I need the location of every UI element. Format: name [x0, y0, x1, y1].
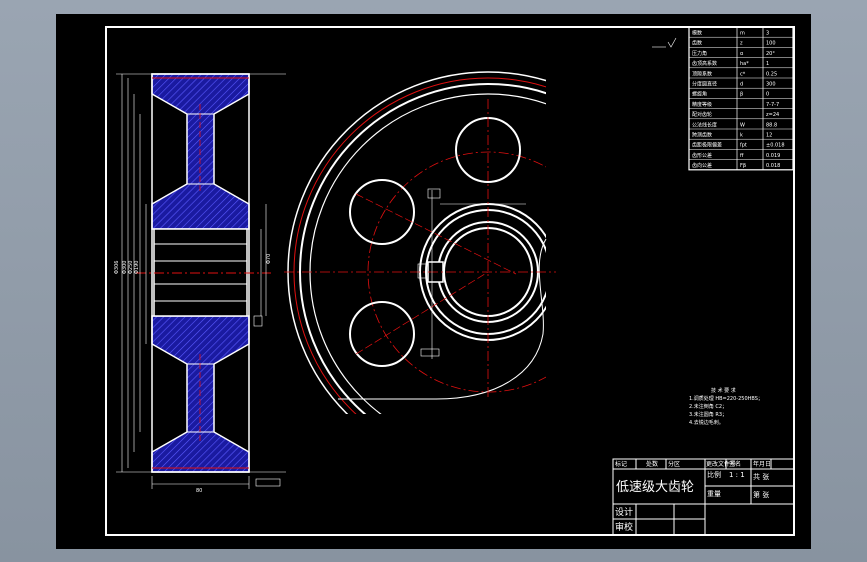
param-cell: Fβ: [740, 163, 746, 169]
params-table: 模数 m 3 齿数 z 100 压力角 α 20° 齿顶高系数 ha* 1 顶隙系数 c* 0.25 分度圆直…: [688, 26, 794, 171]
param-cell: 螺旋角: [692, 91, 707, 98]
param-cell: 分度圆直径: [692, 81, 717, 88]
param-cell: ha*: [740, 61, 749, 67]
param-cell: 0.018: [766, 163, 780, 169]
param-cell: 7-7-7: [766, 102, 779, 108]
tech-note-line: 1.调质处理 HB=220-250HBS；: [689, 395, 763, 402]
header-cell: 签名: [729, 460, 741, 468]
param-cell: 88.8: [766, 122, 777, 128]
param-cell: 0.25: [766, 71, 777, 77]
param-cell: m: [740, 31, 745, 37]
scale-label: 比例: [707, 470, 721, 479]
roughness-mark: [652, 37, 677, 48]
param-cell: d: [740, 82, 743, 88]
param-cell: k: [740, 133, 743, 139]
weight-label: 重量: [707, 490, 721, 498]
svg-text:Φ190: Φ190: [134, 261, 140, 274]
param-cell: 齿数: [692, 40, 702, 47]
header-cell: 分区: [668, 460, 680, 468]
scale-value: 1 : 1: [729, 471, 745, 479]
param-cell: z=24: [766, 112, 779, 118]
param-cell: 跨测齿数: [692, 132, 712, 139]
param-cell: 顶隙系数: [692, 70, 712, 77]
header-cell: 处数: [646, 460, 658, 468]
param-cell: W: [740, 122, 745, 128]
part-name: 低速级大齿轮: [616, 480, 694, 495]
param-cell: 齿距极限偏差: [692, 142, 722, 149]
param-cell: 100: [766, 41, 776, 47]
param-cell: ff: [740, 153, 744, 159]
param-cell: 齿顶高系数: [692, 60, 717, 67]
row-label-design: 设计: [615, 506, 633, 518]
param-cell: 齿向公差: [692, 162, 712, 169]
tech-note-line: 4.去锐边毛刺。: [689, 419, 724, 426]
param-cell: 精度等级: [692, 101, 712, 108]
header-cell: 年月日: [753, 460, 771, 468]
param-cell: 3: [766, 31, 769, 37]
param-cell: 12: [766, 133, 772, 139]
tech-note-line: 2.未注倒角 C2；: [689, 403, 727, 410]
param-cell: 公法线长度: [692, 121, 717, 128]
tech-notes-heading: 技 术 要 求: [711, 387, 736, 394]
param-cell: z: [740, 41, 743, 47]
param-cell: 模数: [692, 30, 702, 37]
param-cell: β: [740, 92, 743, 98]
param-cell: c*: [740, 71, 746, 77]
param-cell: 20°: [766, 51, 775, 57]
param-cell: fpt: [740, 143, 747, 149]
row-label-review: 审校: [615, 521, 633, 533]
front-view: [284, 71, 556, 414]
section-view: Φ306 Φ300 Φ250 Φ190 Φ70 80: [114, 73, 286, 494]
param-cell: 1: [766, 61, 769, 67]
param-cell: 300: [766, 82, 776, 88]
sheet-label: 共 张: [753, 472, 769, 481]
param-cell: 配对齿轮: [692, 111, 712, 118]
svg-text:Φ306: Φ306: [114, 261, 120, 274]
svg-text:Φ70: Φ70: [266, 254, 272, 264]
tech-note-line: 3.未注圆角 R3；: [689, 411, 727, 418]
svg-text:80: 80: [196, 488, 202, 494]
param-cell: α: [740, 51, 744, 57]
param-cell: ±0.018: [766, 143, 785, 149]
param-cell: 0: [766, 92, 769, 98]
tech-notes: 技 术 要 求1.调质处理 HB=220-250HBS；2.未注倒角 C2；3.…: [689, 387, 763, 426]
sheet-label-2: 第 张: [753, 490, 769, 499]
param-cell: 0.019: [766, 153, 780, 159]
param-cell: 压力角: [692, 50, 707, 57]
header-cell: 标记: [615, 460, 627, 468]
param-cell: 齿形公差: [692, 152, 712, 159]
drawing-sheet: Φ306 Φ300 Φ250 Φ190 Φ70 80 模数 m 3 齿数 z 1…: [56, 14, 811, 549]
